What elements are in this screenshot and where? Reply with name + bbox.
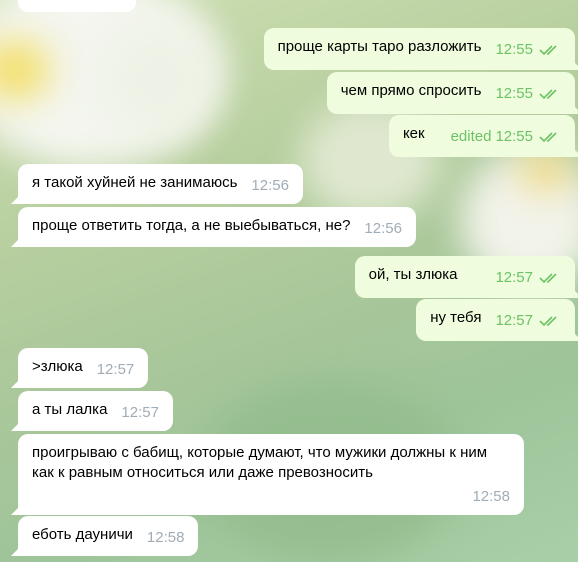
message-bubble-outgoing[interactable]: ой, ты злюка 12:57 [354, 256, 578, 298]
message-time: 12:55 [495, 85, 533, 102]
message-bubble-incoming[interactable]: проще ответить тогда, а не выебываться, … [11, 207, 416, 247]
message-time: 12:57 [121, 404, 159, 421]
message-text: >злюка [32, 358, 83, 375]
double-check-icon [539, 313, 561, 333]
message-time: 12:58 [146, 529, 185, 546]
double-check-icon [539, 129, 561, 149]
message-time: 12:57 [495, 312, 533, 329]
message-time: 12:56 [251, 177, 289, 194]
message-time: 12:57 [495, 269, 533, 286]
message-time: 12:55 [495, 128, 533, 145]
message-text: я такой хуйней не занимаюсь [32, 174, 238, 191]
edited-label: edited [450, 128, 492, 145]
double-check-icon [539, 270, 561, 290]
message-bubble-incoming[interactable]: еботь дауничи 12:58 [10, 516, 199, 556]
message-text: ой, ты злюка [368, 266, 458, 283]
double-check-icon [539, 42, 561, 62]
message-text: ну тебя [430, 309, 482, 326]
message-text: еботь дауничи [32, 526, 133, 543]
message-time: 12:55 [495, 41, 533, 58]
message-text: проигрываю с бабищ, которые думают, что … [32, 444, 488, 481]
message-text: а ты лалка [32, 401, 108, 418]
message-time: 12:57 [96, 361, 135, 378]
message-bubble-outgoing[interactable]: чем прямо спросить 12:55 [326, 72, 578, 114]
message-text: чем прямо спросить [340, 82, 482, 99]
message-text: проще ответить тогда, а не выебываться, … [32, 217, 351, 234]
message-bubble-incoming[interactable]: я такой хуйней не занимаюсь 12:56 [11, 164, 303, 204]
message-time: 12:58 [472, 488, 510, 505]
message-bubble-incoming[interactable]: >злюка 12:57 [10, 348, 149, 388]
message-bubble-incoming[interactable]: а ты лалка 12:57 [11, 391, 173, 431]
message-text: кек [402, 125, 425, 142]
message-text: проще карты таро разложить [277, 38, 482, 55]
message-bubble-incoming[interactable]: проигрываю с бабищ, которые думают, что … [11, 434, 524, 515]
message-bubble-outgoing[interactable]: проще карты таро разложить 12:55 [263, 28, 578, 70]
message-bubble-outgoing[interactable]: ну тебя 12:57 [416, 299, 578, 341]
previous-message-bubble[interactable] [18, 0, 136, 12]
double-check-icon [539, 86, 561, 106]
message-list[interactable]: проще карты таро разложить 12:55 чем прям… [0, 0, 578, 562]
message-bubble-outgoing[interactable]: кек edited 12:55 [388, 115, 578, 157]
message-time: 12:56 [364, 220, 402, 237]
